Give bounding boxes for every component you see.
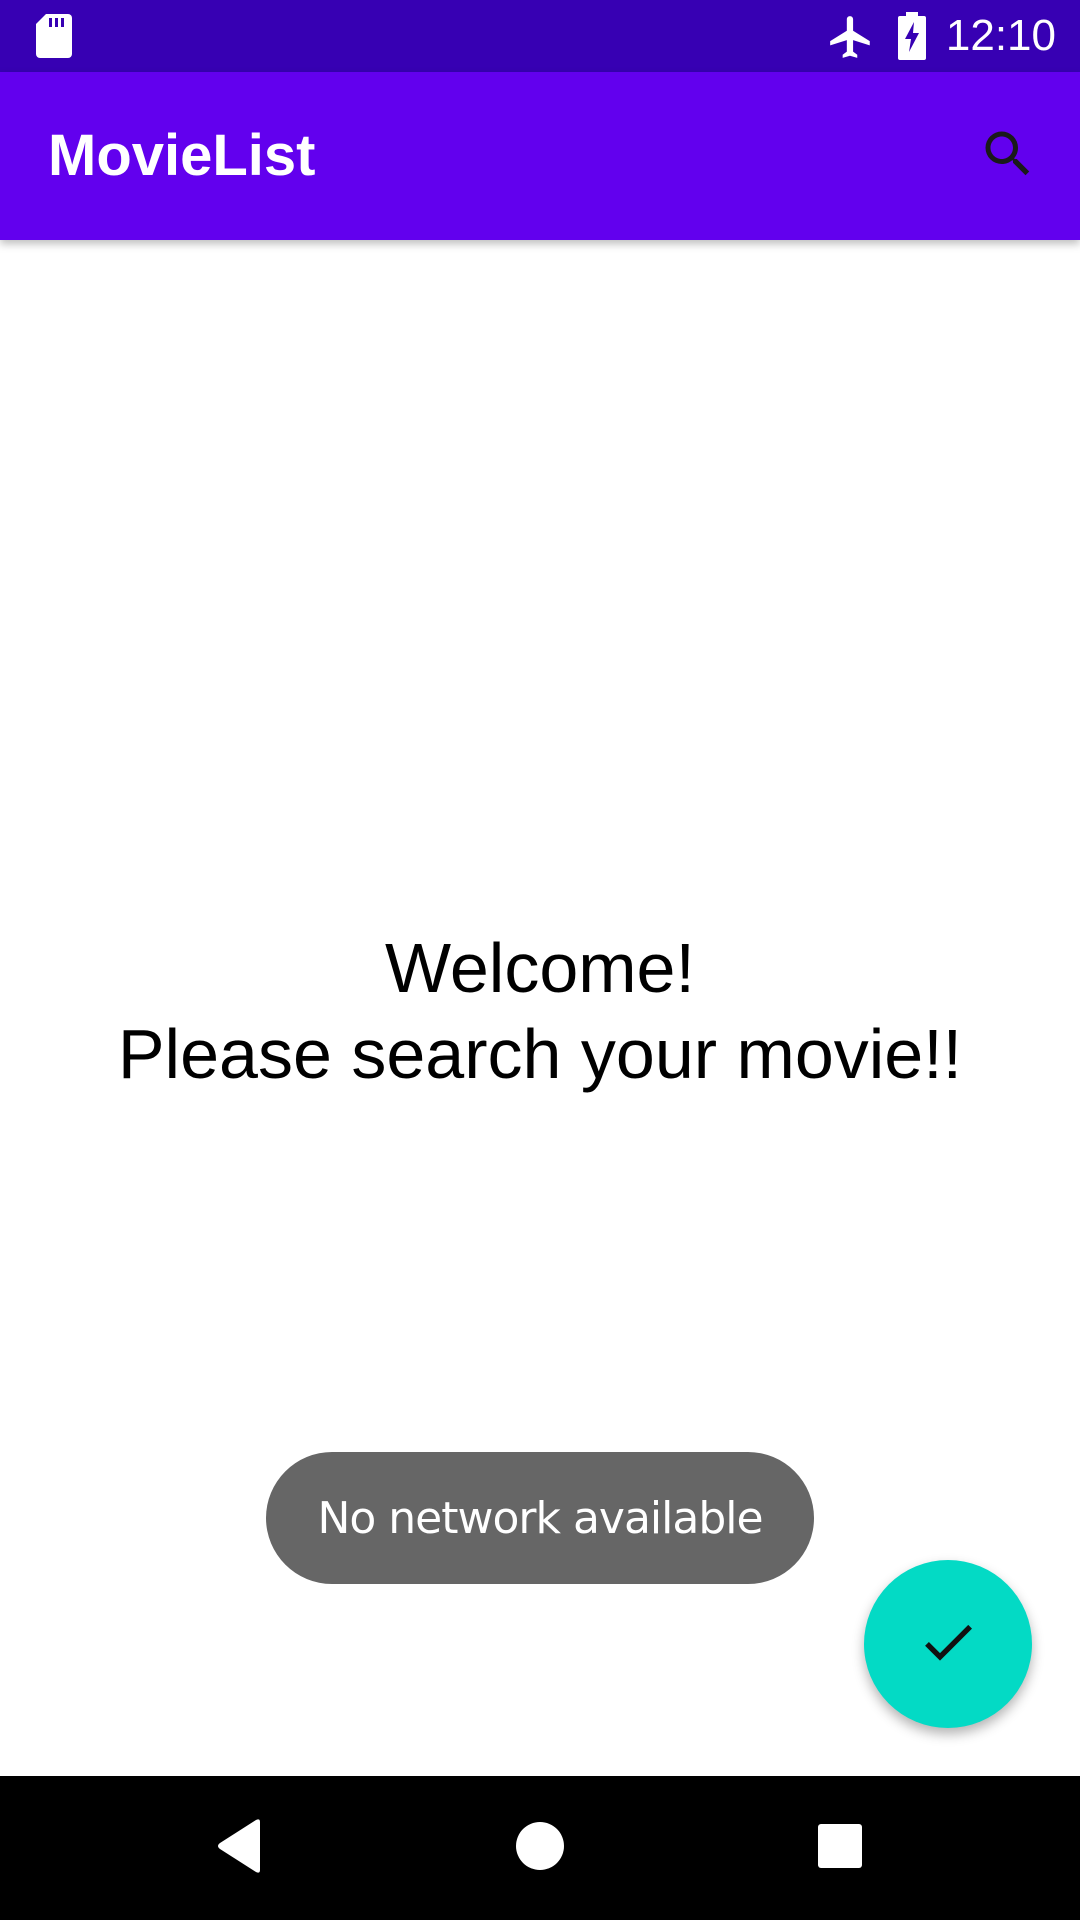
welcome-message: Welcome! Please search your movie!! <box>0 925 1080 1097</box>
toast-message: No network available <box>317 1492 763 1544</box>
welcome-heading: Welcome! <box>385 929 695 1007</box>
nav-back-button[interactable] <box>192 1800 288 1896</box>
confirm-fab[interactable] <box>864 1560 1032 1728</box>
app-title: MovieList <box>48 123 316 188</box>
status-clock: 12:10 <box>945 11 1056 60</box>
check-icon <box>916 1610 980 1679</box>
nav-recents-button[interactable] <box>792 1800 888 1896</box>
status-bar: 12:10 <box>0 0 1080 72</box>
system-nav-bar <box>0 1776 1080 1920</box>
battery-charging-icon <box>896 12 928 60</box>
nav-home-button[interactable] <box>492 1800 588 1896</box>
airplane-mode-icon <box>826 12 876 62</box>
search-button[interactable] <box>960 108 1056 204</box>
app-bar: MovieList <box>0 72 1080 240</box>
search-icon <box>978 124 1038 189</box>
sd-card-icon <box>36 14 72 58</box>
recents-icon <box>816 1822 864 1875</box>
back-icon <box>214 1818 266 1879</box>
network-toast: No network available <box>266 1452 814 1584</box>
welcome-subtext: Please search your movie!! <box>117 1015 963 1093</box>
home-icon <box>514 1820 566 1877</box>
